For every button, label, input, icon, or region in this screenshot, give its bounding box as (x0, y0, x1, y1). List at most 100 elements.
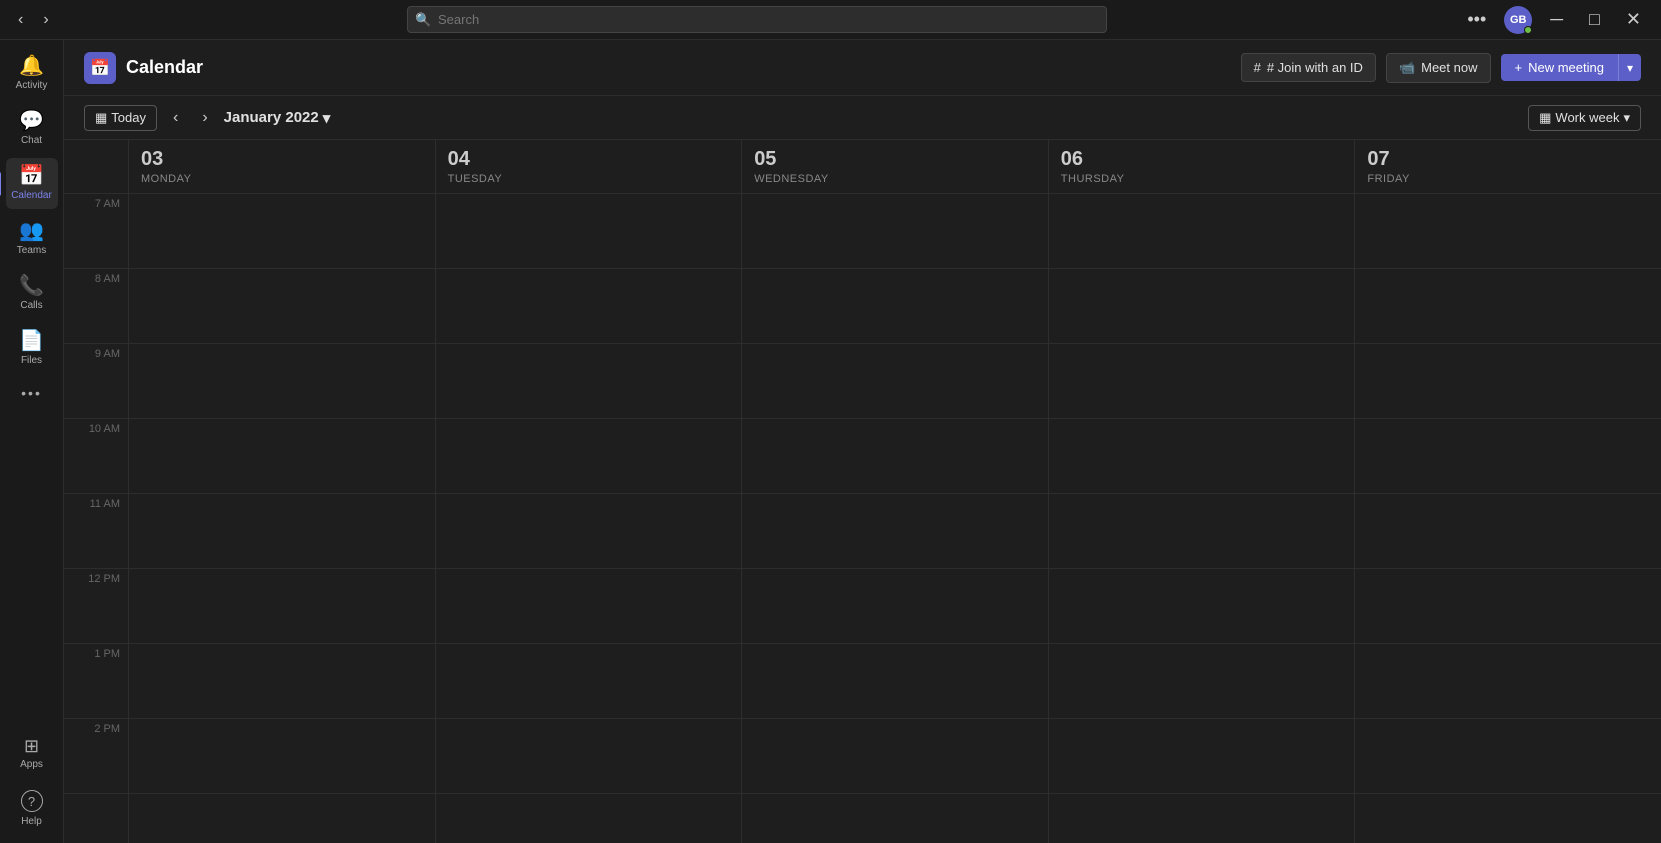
grid-cell[interactable] (1355, 644, 1661, 719)
grid-cell[interactable] (1355, 569, 1661, 644)
sidebar-item-calls[interactable]: 📞 Calls (6, 268, 58, 319)
today-button[interactable]: ▦ Today (84, 105, 157, 131)
calendar-app-icon: 📅 (84, 52, 116, 84)
day-number: 05 (754, 148, 1036, 171)
main-content: 📅 Calendar # # Join with an ID 📹 Meet no… (64, 40, 1661, 843)
grid-cell[interactable] (129, 344, 435, 419)
meet-now-button[interactable]: 📹 Meet now (1386, 53, 1491, 83)
grid-cell[interactable] (742, 419, 1048, 494)
grid-cell[interactable] (742, 644, 1048, 719)
calendar-header-actions: # # Join with an ID 📹 Meet now + New mee… (1241, 53, 1641, 83)
toolbar-right: ▦ Work week ▾ (1528, 105, 1641, 131)
day-column-tue (435, 194, 742, 843)
day-name: Thursday (1061, 173, 1343, 185)
grid-cell[interactable] (1355, 194, 1661, 269)
grid-cell[interactable] (436, 494, 742, 569)
grid-cell[interactable] (129, 194, 435, 269)
day-number: 03 (141, 148, 423, 171)
grid-cell[interactable] (129, 719, 435, 794)
calendar-nav-icon: 📅 (19, 166, 44, 186)
grid-cell[interactable] (1049, 569, 1355, 644)
work-week-view-button[interactable]: ▦ Work week ▾ (1528, 105, 1641, 131)
time-slot-12pm: 12 PM (64, 569, 128, 644)
time-gutter-header (64, 140, 128, 193)
sidebar-item-calendar[interactable]: 📅 Calendar (6, 158, 58, 209)
grid-cell[interactable] (129, 644, 435, 719)
grid-cell[interactable] (1355, 269, 1661, 344)
grid-cell[interactable] (436, 194, 742, 269)
apps-icon: ⊞ (24, 737, 39, 755)
grid-cell[interactable] (742, 494, 1048, 569)
sidebar-item-teams[interactable]: 👥 Teams (6, 213, 58, 264)
forward-button[interactable]: › (37, 7, 54, 33)
prev-week-button[interactable]: ‹ (165, 105, 186, 131)
titlebar-right: ••• GB ─ □ ✕ (1459, 5, 1649, 34)
more-options-button[interactable]: ••• (1459, 5, 1494, 34)
grid-cell[interactable] (1049, 419, 1355, 494)
grid-cell[interactable] (436, 344, 742, 419)
sidebar-item-apps[interactable]: ⊞ Apps (6, 729, 58, 778)
grid-cell[interactable] (129, 569, 435, 644)
grid-cell[interactable] (1049, 194, 1355, 269)
sidebar-item-label: Apps (20, 759, 43, 770)
day-name: Tuesday (448, 173, 730, 185)
grid-cell[interactable] (1355, 494, 1661, 569)
title-bar: ‹ › 🔍 ••• GB ─ □ ✕ (0, 0, 1661, 40)
grid-cell[interactable] (436, 419, 742, 494)
day-header-mon: 03 Monday (128, 140, 435, 193)
grid-cell[interactable] (1049, 644, 1355, 719)
sidebar-item-label: Calls (20, 300, 42, 311)
sidebar-item-help[interactable]: ? Help (6, 782, 58, 835)
time-slot-7am: 7 AM (64, 194, 128, 269)
new-meeting-group: + New meeting ▾ (1501, 54, 1642, 81)
grid-icon: ▦ (1539, 110, 1551, 126)
grid-cell[interactable] (742, 569, 1048, 644)
avatar[interactable]: GB (1504, 6, 1532, 34)
sidebar: 🔔 Activity 💬 Chat 📅 Calendar 👥 Teams 📞 C… (0, 40, 64, 843)
time-slot-8am: 8 AM (64, 269, 128, 344)
sidebar-item-activity[interactable]: 🔔 Activity (6, 48, 58, 99)
join-with-id-button[interactable]: # # Join with an ID (1241, 53, 1376, 82)
grid-cell[interactable] (436, 644, 742, 719)
search-input[interactable] (407, 6, 1107, 33)
next-week-button[interactable]: › (194, 105, 215, 131)
month-label[interactable]: January 2022 ▾ (224, 109, 331, 127)
search-icon: 🔍 (415, 12, 431, 28)
grid-cell[interactable] (1049, 494, 1355, 569)
day-header-tue: 04 Tuesday (435, 140, 742, 193)
grid-cell[interactable] (742, 344, 1048, 419)
grid-cell[interactable] (1049, 269, 1355, 344)
sidebar-item-label: Teams (17, 245, 46, 256)
new-meeting-dropdown-button[interactable]: ▾ (1618, 54, 1641, 81)
chevron-down-icon: ▾ (1623, 110, 1630, 126)
day-column-mon (128, 194, 435, 843)
grid-cell[interactable] (1049, 344, 1355, 419)
close-button[interactable]: ✕ (1618, 5, 1649, 34)
more-icon: ••• (21, 386, 42, 400)
grid-cell[interactable] (1355, 719, 1661, 794)
calendar-title: 📅 Calendar (84, 52, 203, 84)
minimize-button[interactable]: ─ (1542, 5, 1571, 34)
sidebar-item-chat[interactable]: 💬 Chat (6, 103, 58, 154)
sidebar-item-files[interactable]: 📄 Files (6, 323, 58, 374)
grid-cell[interactable] (129, 419, 435, 494)
grid-cell[interactable] (742, 719, 1048, 794)
titlebar-nav: ‹ › (12, 7, 55, 33)
grid-cell[interactable] (742, 194, 1048, 269)
maximize-button[interactable]: □ (1581, 5, 1608, 34)
back-button[interactable]: ‹ (12, 7, 29, 33)
grid-cell[interactable] (1049, 719, 1355, 794)
grid-cell[interactable] (1355, 344, 1661, 419)
video-icon: 📹 (1399, 60, 1415, 76)
grid-cell[interactable] (742, 269, 1048, 344)
grid-cell[interactable] (436, 269, 742, 344)
new-meeting-button[interactable]: + New meeting (1501, 54, 1618, 81)
grid-cell[interactable] (1355, 419, 1661, 494)
grid-cell[interactable] (436, 569, 742, 644)
grid-cell[interactable] (129, 494, 435, 569)
grid-cell[interactable] (436, 719, 742, 794)
page-title: Calendar (126, 57, 203, 78)
grid-cell[interactable] (129, 269, 435, 344)
calendar-grid: 03 Monday 04 Tuesday 05 Wednesday 06 Thu… (64, 140, 1661, 843)
sidebar-item-more[interactable]: ••• (6, 378, 58, 408)
